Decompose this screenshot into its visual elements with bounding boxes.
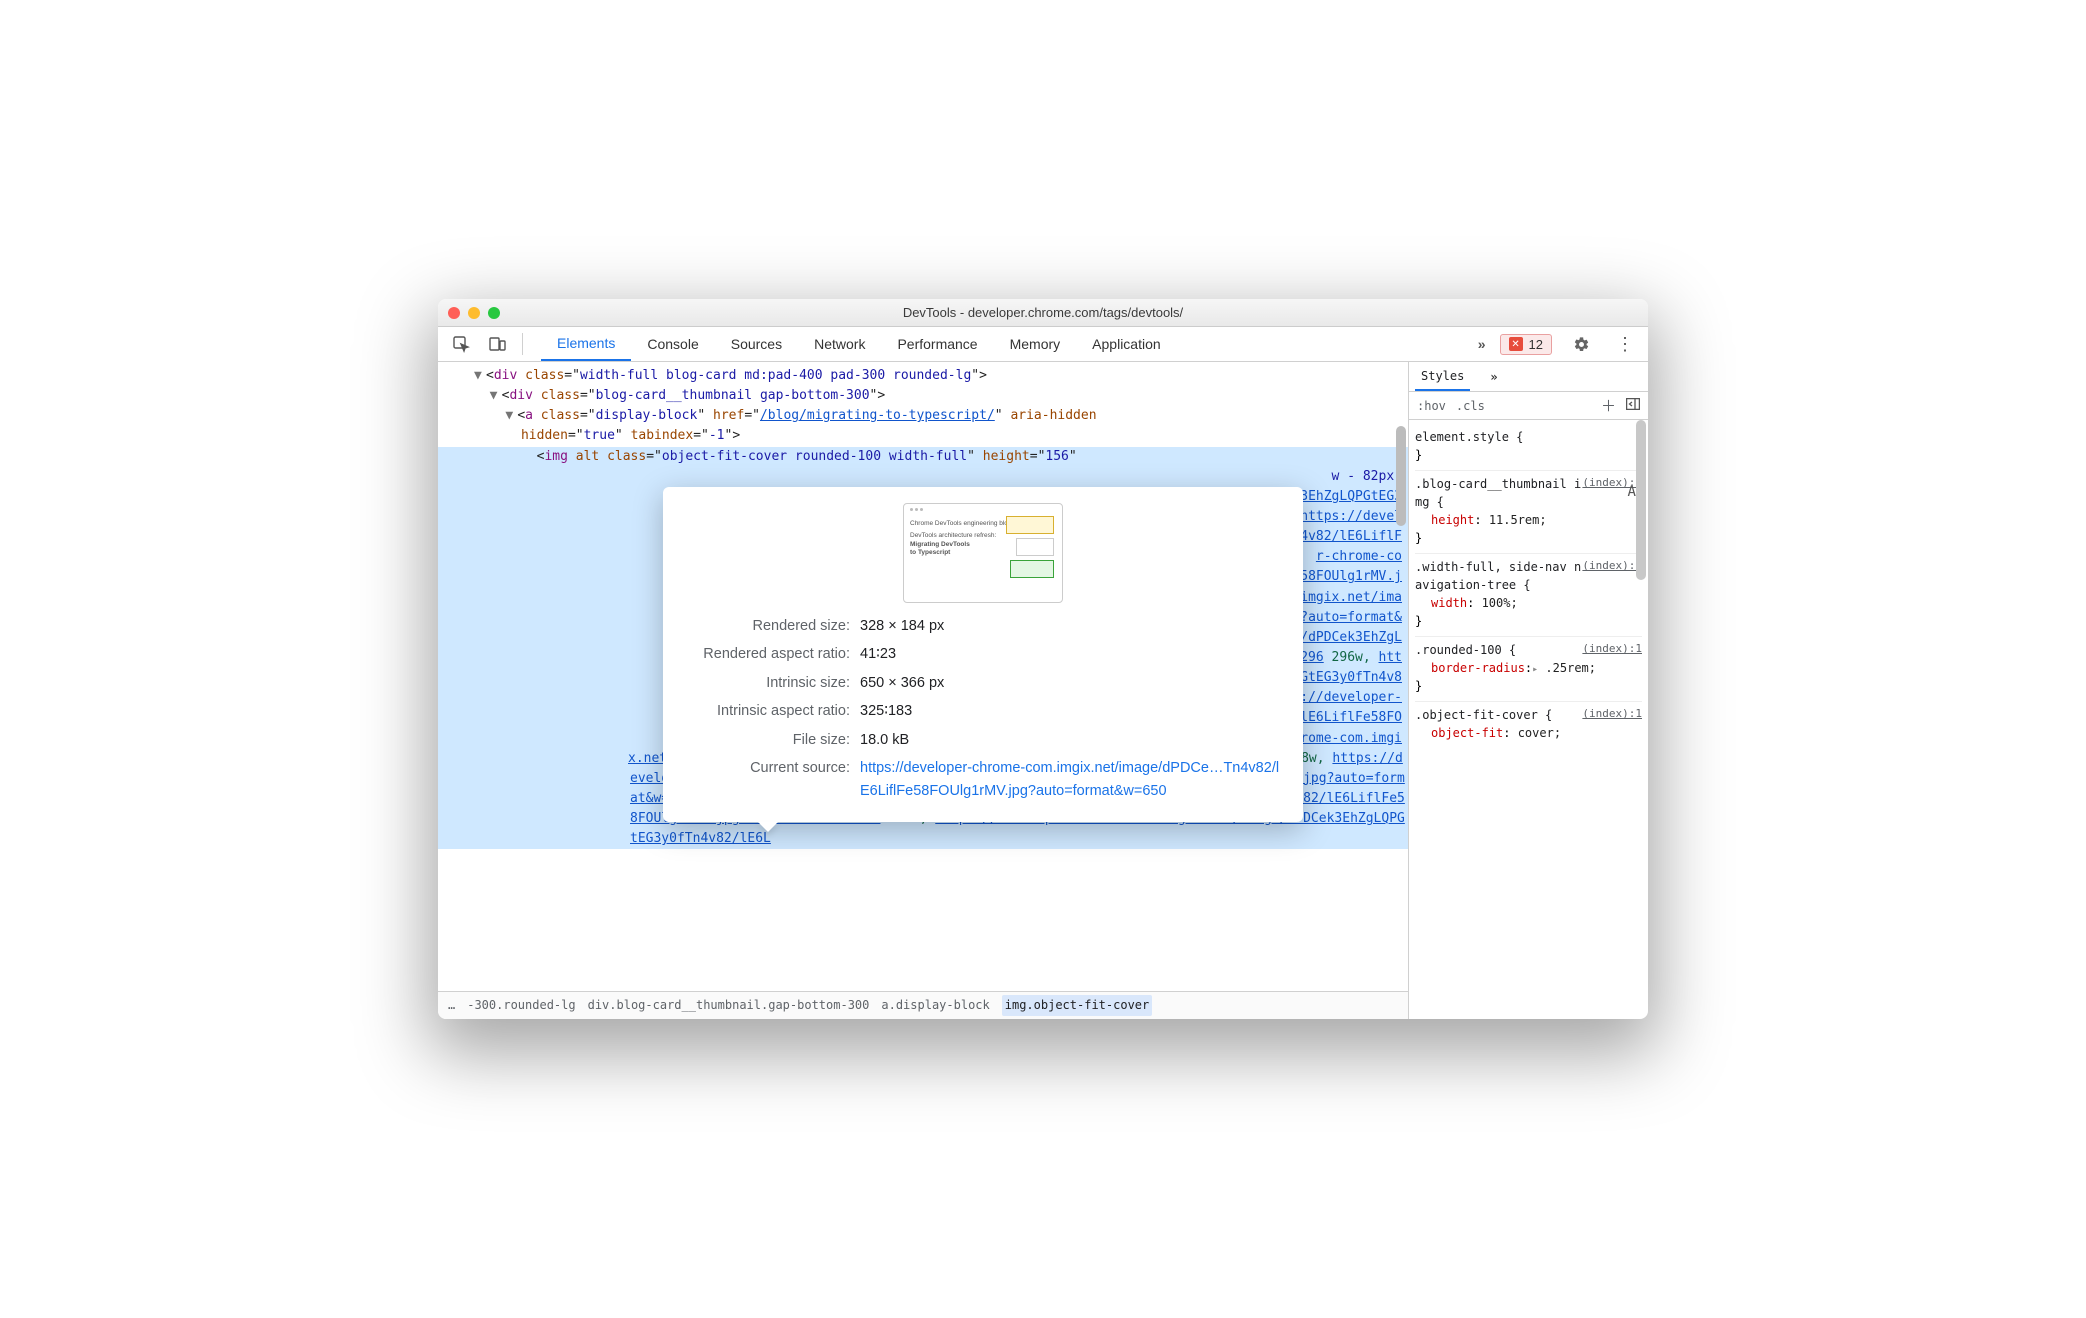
breadcrumb-item[interactable]: -300.rounded-lg <box>467 996 575 1015</box>
kebab-menu-icon[interactable]: ⋮ <box>1610 329 1640 359</box>
tab-performance[interactable]: Performance <box>881 327 993 361</box>
tab-sources[interactable]: Sources <box>715 327 798 361</box>
elements-dom-panel[interactable]: ⋯ ▼<div class="width-full blog-card md:p… <box>438 362 1408 1019</box>
styles-filter-bar: :hov .cls ＋ <box>1409 392 1648 420</box>
styles-tabs: Styles » <box>1409 362 1648 392</box>
breadcrumb-item-selected[interactable]: img.object-fit-cover <box>1002 995 1153 1016</box>
toolbar-divider <box>522 333 523 355</box>
tab-network[interactable]: Network <box>798 327 881 361</box>
styles-panel: Styles » :hov .cls ＋ AA element.style { … <box>1408 362 1648 1019</box>
window-maximize-button[interactable] <box>488 307 500 319</box>
error-icon: ✕ <box>1509 337 1523 351</box>
toggle-sidebar-icon[interactable] <box>1626 398 1640 413</box>
more-tabs-button[interactable]: » <box>1478 336 1486 352</box>
current-source-value[interactable]: https://developer-chrome-com.imgix.net/i… <box>860 757 1281 802</box>
file-size-value: 18.0 kB <box>860 729 1281 751</box>
window-close-button[interactable] <box>448 307 460 319</box>
traffic-lights <box>448 307 500 319</box>
more-styles-tabs[interactable]: » <box>1484 362 1503 391</box>
rendered-size-value: 328 × 184 px <box>860 615 1281 637</box>
breadcrumb-item[interactable]: a.display-block <box>881 996 989 1015</box>
tab-console[interactable]: Console <box>631 327 714 361</box>
intrinsic-size-label: Intrinsic size: <box>685 672 850 694</box>
dom-line[interactable]: ▼<div class="blog-card__thumbnail gap-bo… <box>474 386 1408 406</box>
css-rule[interactable]: (index):1 .width-full, side-nav navigati… <box>1415 554 1642 637</box>
intrinsic-aspect-label: Intrinsic aspect ratio: <box>685 700 850 722</box>
dom-line[interactable]: hidden="true" tabindex="-1"> <box>474 426 1408 446</box>
panel-tabs: Elements Console Sources Network Perform… <box>541 327 1177 361</box>
error-count-badge[interactable]: ✕ 12 <box>1500 334 1552 355</box>
tab-styles[interactable]: Styles <box>1415 362 1470 391</box>
tab-application[interactable]: Application <box>1076 327 1177 361</box>
breadcrumb-ellipsis[interactable]: … <box>448 996 455 1015</box>
window-title: DevTools - developer.chrome.com/tags/dev… <box>438 305 1648 320</box>
breadcrumb-item[interactable]: div.blog-card__thumbnail.gap-bottom-300 <box>588 996 870 1015</box>
dom-line[interactable]: ▼<div class="width-full blog-card md:pad… <box>474 366 1408 386</box>
settings-icon[interactable] <box>1566 329 1596 359</box>
error-count: 12 <box>1529 337 1543 352</box>
intrinsic-aspect-value: 325∶183 <box>860 700 1281 722</box>
window-minimize-button[interactable] <box>468 307 480 319</box>
tab-memory[interactable]: Memory <box>994 327 1077 361</box>
content-area: ⋯ ▼<div class="width-full blog-card md:p… <box>438 362 1648 1019</box>
file-size-label: File size: <box>685 729 850 751</box>
device-toolbar-icon[interactable] <box>482 329 512 359</box>
devtools-window: DevTools - developer.chrome.com/tags/dev… <box>438 299 1648 1019</box>
image-hover-tooltip: Chrome DevTools engineering blog DevTool… <box>663 487 1303 822</box>
tooltip-properties: Rendered size: 328 × 184 px Rendered asp… <box>685 615 1281 802</box>
rendered-aspect-value: 41∶23 <box>860 643 1281 665</box>
inspect-element-icon[interactable] <box>446 329 476 359</box>
rendered-size-label: Rendered size: <box>685 615 850 637</box>
cls-toggle[interactable]: .cls <box>1456 399 1485 413</box>
dom-scrollbar[interactable] <box>1394 392 1408 1019</box>
devtools-toolbar: Elements Console Sources Network Perform… <box>438 327 1648 362</box>
tooltip-thumbnail: Chrome DevTools engineering blog DevTool… <box>903 503 1063 603</box>
styles-rules[interactable]: AA element.style { } (index):1 .blog-car… <box>1409 420 1648 1019</box>
css-rule[interactable]: element.style { } <box>1415 424 1642 471</box>
new-style-rule-icon[interactable]: ＋ <box>1601 395 1616 416</box>
css-rule[interactable]: (index):1 .blog-card__thumbnail img { he… <box>1415 471 1642 554</box>
dom-breadcrumb: … -300.rounded-lg div.blog-card__thumbna… <box>438 991 1408 1019</box>
rendered-aspect-label: Rendered aspect ratio: <box>685 643 850 665</box>
css-rule[interactable]: (index):1 .object-fit-cover { object-fit… <box>1415 702 1642 748</box>
current-source-label: Current source: <box>685 757 850 802</box>
styles-scrollbar[interactable] <box>1634 420 1648 1019</box>
intrinsic-size-value: 650 × 366 px <box>860 672 1281 694</box>
hov-toggle[interactable]: :hov <box>1417 399 1446 413</box>
titlebar: DevTools - developer.chrome.com/tags/dev… <box>438 299 1648 327</box>
tab-elements[interactable]: Elements <box>541 327 631 361</box>
css-rule[interactable]: (index):1 .rounded-100 { border-radius:▸… <box>1415 637 1642 702</box>
dom-line[interactable]: ▼<a class="display-block" href="/blog/mi… <box>474 406 1408 426</box>
